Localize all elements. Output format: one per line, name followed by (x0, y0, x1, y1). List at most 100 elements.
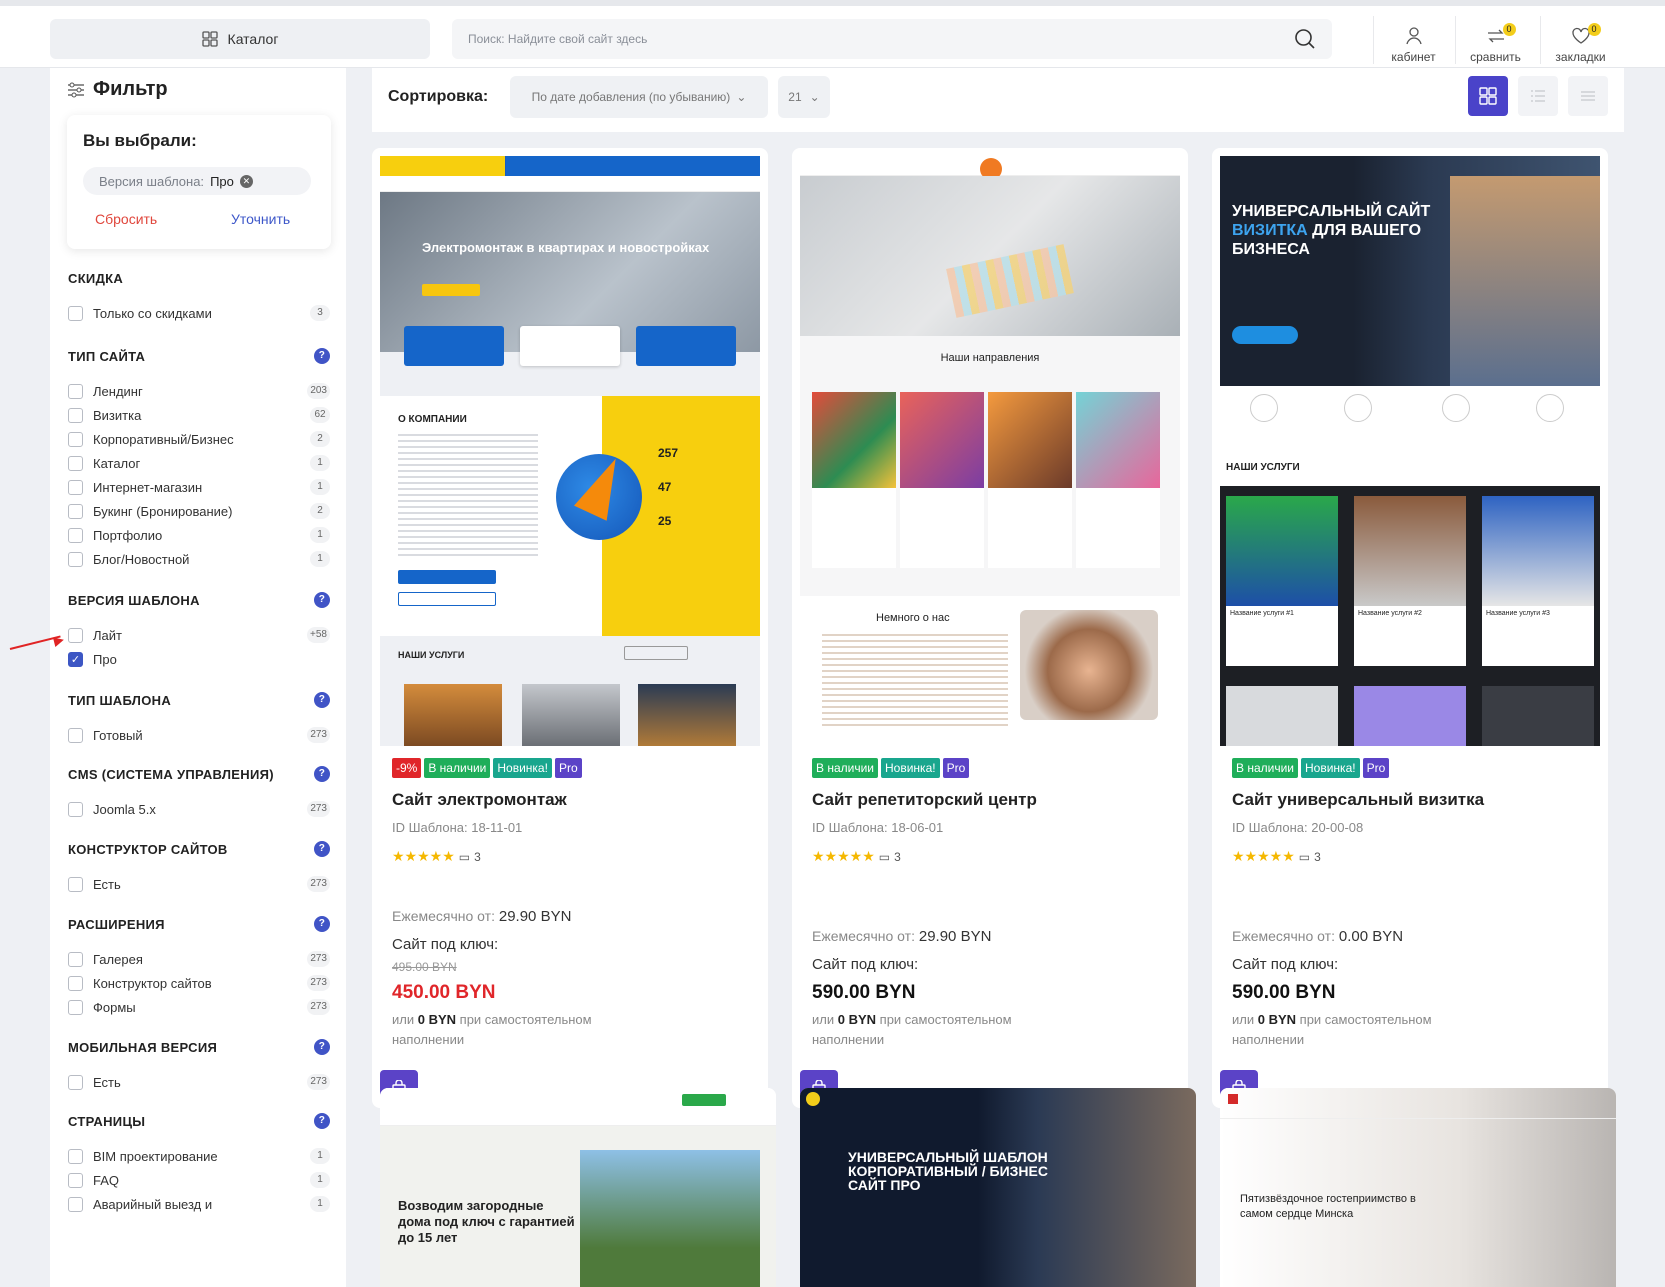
filter-option[interactable]: Галерея 273 (68, 947, 330, 971)
cabinet-button[interactable]: кабинет (1373, 16, 1453, 64)
filter-option-count: 1 (310, 1172, 330, 1188)
filter-option[interactable]: Joomla 5.x 273 (68, 797, 330, 821)
card-title[interactable]: Сайт репетиторский центр (812, 790, 1037, 810)
filter-option-label: Аварийный выезд и (93, 1196, 213, 1212)
checkbox[interactable]: ✓ (68, 651, 83, 667)
search-input[interactable]: Поиск: Найдите свой сайт здесь (452, 19, 1332, 59)
filter-option[interactable]: Интернет-магазин 1 (68, 475, 330, 499)
refine-button[interactable]: Уточнить (231, 211, 290, 227)
card-title[interactable]: Сайт электромонтаж (392, 790, 567, 810)
product-card[interactable]: Электромонтаж в квартирах и новостройках… (372, 148, 768, 1108)
compact-view-button[interactable] (1568, 76, 1608, 116)
badge: Pro (942, 758, 970, 778)
per-page-select[interactable]: 21 ⌄ (778, 76, 830, 118)
checkbox[interactable] (68, 1196, 83, 1212)
filter-option-label: FAQ (93, 1172, 120, 1188)
product-card[interactable]: Возводим загородные дома под ключ с гара… (380, 1088, 776, 1287)
bookmarks-button[interactable]: 0 закладки (1540, 16, 1620, 64)
checkbox[interactable] (68, 527, 83, 543)
filter-option[interactable]: Есть 273 (68, 872, 330, 896)
template-preview[interactable]: Электромонтаж в квартирах и новостройках… (380, 156, 760, 746)
per-page-value: 21 (788, 90, 802, 104)
card-title[interactable]: Сайт универсальный визитка (1232, 790, 1484, 810)
filter-chip[interactable]: Версия шаблона: Про ✕ (83, 167, 311, 195)
help-icon[interactable]: ? (314, 692, 330, 708)
checkbox[interactable] (68, 627, 83, 643)
filter-option[interactable]: Букинг (Бронирование) 2 (68, 499, 330, 523)
filter-option-label: Портфолио (93, 527, 163, 543)
filter-option[interactable]: Есть 273 (68, 1070, 330, 1094)
filter-group-label: РАСШИРЕНИЯ (68, 916, 165, 932)
checkbox[interactable] (68, 1172, 83, 1188)
filter-group-title: СКИДКА (68, 268, 330, 288)
help-icon[interactable]: ? (314, 841, 330, 857)
checkbox[interactable] (68, 1074, 83, 1090)
checkbox[interactable] (68, 431, 83, 447)
checkbox[interactable] (68, 479, 83, 495)
filter-option[interactable]: Блог/Новостной 1 (68, 547, 330, 571)
filter-group: МОБИЛЬНАЯ ВЕРСИЯ? Есть 273 (68, 1037, 330, 1094)
preview-hero-title: УНИВЕРСАЛЬНЫЙ САЙТ ВИЗИТКА ДЛЯ ВАШЕГО БИЗН… (1232, 203, 1431, 258)
close-icon[interactable]: ✕ (239, 174, 253, 188)
filter-option[interactable]: Формы 273 (68, 995, 330, 1019)
catalog-button[interactable]: Каталог (50, 19, 430, 59)
checkbox[interactable] (68, 407, 83, 423)
compare-button[interactable]: 0 сравнить (1455, 16, 1535, 64)
filter-option[interactable]: Готовый 273 (68, 723, 330, 747)
product-card[interactable]: Пятизвёздочное гостеприимство в самом се… (1220, 1088, 1616, 1287)
filter-option[interactable]: FAQ 1 (68, 1168, 330, 1192)
search-icon[interactable] (1294, 28, 1316, 50)
filter-option[interactable]: ✓ Про (68, 647, 330, 671)
filter-option[interactable]: Только со скидками 3 (68, 301, 330, 325)
help-icon[interactable]: ? (314, 766, 330, 782)
filter-option[interactable]: Каталог 1 (68, 451, 330, 475)
product-card[interactable]: УНИВЕРСАЛЬНЫЙ САЙТ ВИЗИТКА ДЛЯ ВАШЕГО БИЗН… (1212, 148, 1608, 1108)
template-preview[interactable]: Наши направления Немного о нас (800, 156, 1180, 746)
filter-option[interactable]: Аварийный выезд и 1 (68, 1192, 330, 1216)
filter-option[interactable]: BIM проектирование 1 (68, 1144, 330, 1168)
checkbox[interactable] (68, 455, 83, 471)
filter-option[interactable]: Корпоративный/Бизнес 2 (68, 427, 330, 451)
checkbox[interactable] (68, 727, 83, 743)
reset-button[interactable]: Сбросить (95, 211, 157, 227)
checkbox[interactable] (68, 999, 83, 1015)
filter-option[interactable]: Лайт +58 (68, 623, 330, 647)
filter-option[interactable]: Конструктор сайтов 273 (68, 971, 330, 995)
help-icon[interactable]: ? (314, 348, 330, 364)
sliders-icon (68, 82, 84, 97)
checkbox[interactable] (68, 975, 83, 991)
filter-option-label: Интернет-магазин (93, 479, 203, 495)
product-card[interactable]: УНИВЕРСАЛЬНЫЙ ШАБЛОН КОРПОРАТИВНЫЙ / БИЗН… (800, 1088, 1196, 1287)
monthly-price: Ежемесячно от: 0.00 BYN (1232, 928, 1404, 945)
help-icon[interactable]: ? (314, 1039, 330, 1055)
bookmarks-label: закладки (1555, 50, 1606, 64)
filter-group-label: ТИП САЙТА (68, 348, 146, 364)
filter-option[interactable]: Портфолио 1 (68, 523, 330, 547)
filter-option-count: 3 (310, 305, 330, 321)
checkbox[interactable] (68, 305, 83, 321)
help-icon[interactable]: ? (314, 916, 330, 932)
stars-icon: ★★★★★ (812, 848, 875, 864)
filter-option-label: Только со скидками (93, 305, 212, 321)
template-preview[interactable]: УНИВЕРСАЛЬНЫЙ САЙТ ВИЗИТКА ДЛЯ ВАШЕГО БИЗН… (1220, 156, 1600, 746)
checkbox[interactable] (68, 503, 83, 519)
preview-title: Возводим загородные дома под ключ с гара… (398, 1198, 575, 1245)
checkbox[interactable] (68, 1148, 83, 1164)
checkbox[interactable] (68, 951, 83, 967)
product-card[interactable]: Наши направления Немного о нас В наличии… (792, 148, 1188, 1108)
list-view-button[interactable] (1518, 76, 1558, 116)
grid-view-button[interactable] (1468, 76, 1508, 116)
search-placeholder: Поиск: Найдите свой сайт здесь (468, 32, 648, 46)
filter-option[interactable]: Лендинг 203 (68, 379, 330, 403)
filter-option-label: Каталог (93, 455, 141, 471)
checkbox[interactable] (68, 801, 83, 817)
sort-select[interactable]: По дате добавления (по убыванию) ⌄ (510, 76, 768, 118)
checkbox[interactable] (68, 876, 83, 892)
help-icon[interactable]: ? (314, 592, 330, 608)
filter-option[interactable]: Визитка 62 (68, 403, 330, 427)
filter-option-label: Формы (93, 999, 136, 1015)
checkbox[interactable] (68, 551, 83, 567)
checkbox[interactable] (68, 383, 83, 399)
chip-value: Про (210, 173, 234, 189)
help-icon[interactable]: ? (314, 1113, 330, 1129)
